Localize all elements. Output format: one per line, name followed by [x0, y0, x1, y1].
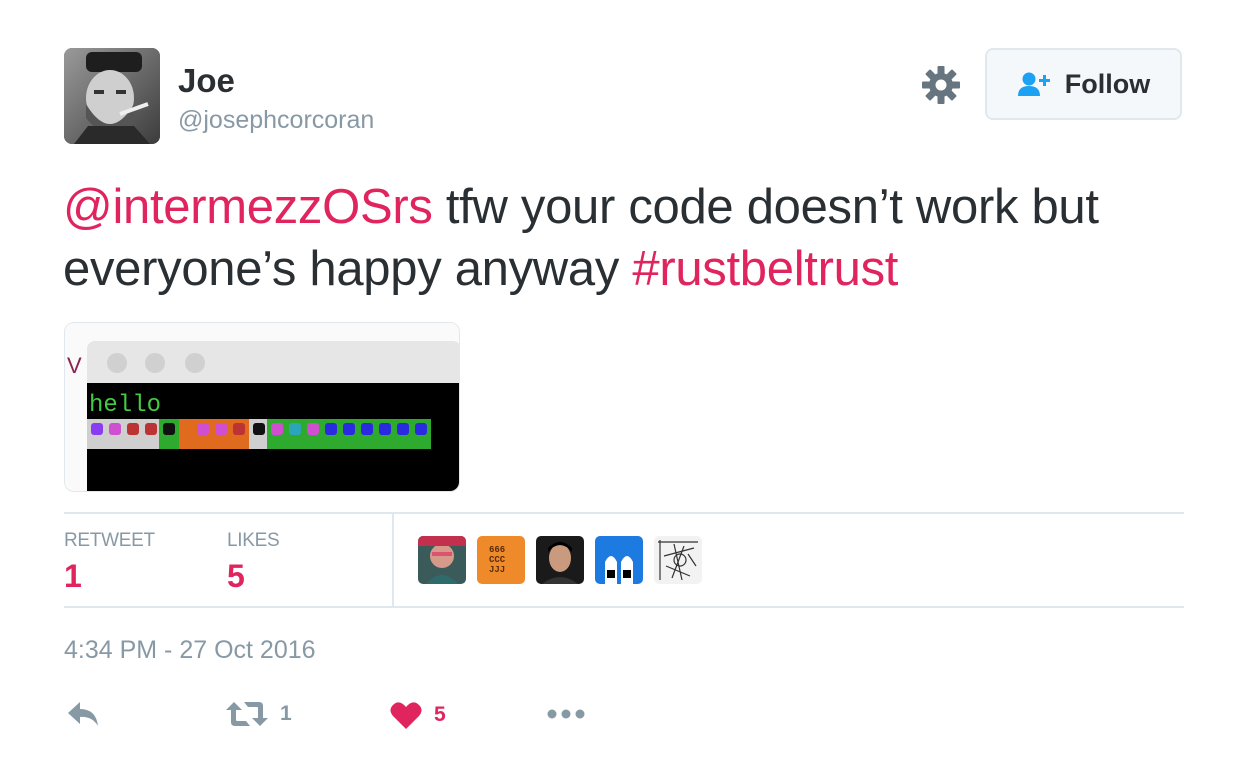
tweet-media-image[interactable]: V hello	[64, 322, 460, 492]
liker-avatar[interactable]	[536, 536, 584, 584]
like-action-count: 5	[434, 703, 446, 726]
retweet-action[interactable]: 1	[226, 700, 292, 728]
user-handle[interactable]: @josephcorcoran	[178, 106, 374, 135]
stats-bottom-divider	[64, 606, 1184, 608]
gear-icon[interactable]	[920, 64, 962, 106]
liker-avatar[interactable]	[654, 536, 702, 584]
display-name[interactable]: Joe	[178, 62, 235, 100]
reply-action[interactable]	[66, 700, 100, 728]
media-window-title: V	[67, 353, 82, 378]
follow-button[interactable]: Follow	[985, 48, 1182, 120]
reply-icon	[68, 702, 98, 726]
likes-count[interactable]: 5	[227, 558, 245, 595]
retweet-icon	[226, 702, 268, 726]
follow-button-label: Follow	[1064, 68, 1151, 99]
more-action[interactable]	[546, 700, 586, 728]
likes-label[interactable]: LIKES	[227, 530, 280, 552]
stats-top-divider	[64, 512, 1184, 514]
heart-icon	[390, 702, 422, 729]
tweet-text: @intermezzOSrs tfw your code doesn’t wor…	[63, 176, 1203, 300]
tweet-timestamp[interactable]: 4:34 PM - 27 Oct 2016	[64, 636, 316, 665]
svg-text:JJJ: JJJ	[489, 565, 505, 575]
media-terminal-text: hello	[89, 392, 161, 419]
liker-avatar[interactable]: 666 CCC JJJ	[477, 536, 525, 584]
more-icon	[547, 709, 585, 719]
retweets-count[interactable]: 1	[64, 558, 82, 595]
stats-separator	[392, 514, 394, 606]
follow-user-icon	[1017, 72, 1050, 96]
retweets-label[interactable]: RETWEET	[64, 530, 155, 552]
like-action[interactable]: 5	[390, 700, 446, 730]
tweet-hashtag-link[interactable]: #rustbeltrust	[632, 242, 898, 296]
retweet-action-count: 1	[280, 702, 292, 725]
liker-avatar[interactable]	[418, 536, 466, 584]
liker-avatar[interactable]	[595, 536, 643, 584]
likers-avatars: 666 CCC JJJ	[418, 536, 702, 584]
tweet-mention-link[interactable]: @intermezzOSrs	[63, 180, 433, 234]
svg-text:666: 666	[489, 545, 505, 555]
user-avatar[interactable]	[64, 48, 160, 144]
svg-text:CCC: CCC	[489, 555, 506, 565]
